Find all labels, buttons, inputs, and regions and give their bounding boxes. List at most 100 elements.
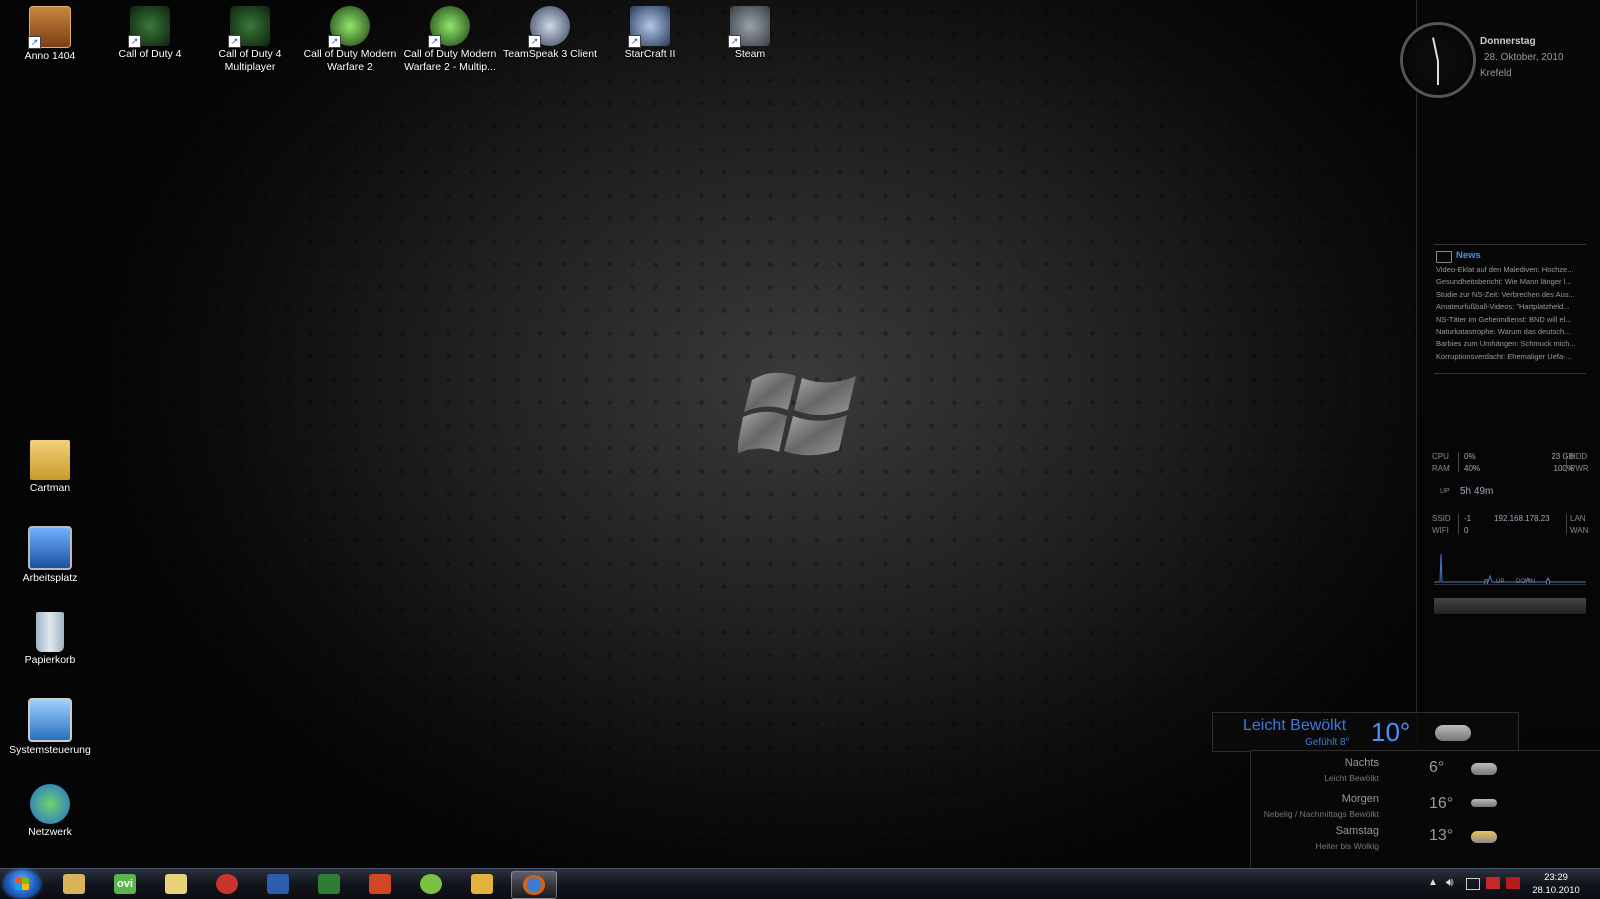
computer-icon <box>28 526 72 570</box>
network-tray-icon[interactable] <box>1466 878 1480 890</box>
wan-label: WAN <box>1570 526 1589 535</box>
ip-address: 192.168.178.23 <box>1494 514 1550 523</box>
desktop-icon-starcraft-2[interactable]: ↗ StarCraft II <box>602 6 698 61</box>
desktop-icon-label: Cartman <box>29 482 71 494</box>
forecast-desc: Leicht Bewölkt <box>1324 773 1379 783</box>
desktop-icon-anno-1404[interactable]: ↗ Anno 1404 <box>2 6 98 63</box>
desktop-icon-label: Anno 1404 <box>24 50 76 62</box>
lan-label: LAN <box>1570 514 1586 523</box>
mail-icon <box>471 874 493 894</box>
clock-day: Donnerstag <box>1480 36 1536 47</box>
taskbar-date: 28.10.2010 <box>1532 885 1580 896</box>
taskbar-clock[interactable]: 23:29 28.10.2010 <box>1524 871 1588 897</box>
desktop-icon-mw2-multiplayer[interactable]: ↗ Call of Duty Modern Warfare 2 - Multip… <box>402 6 498 73</box>
taskbar-explorer[interactable] <box>52 871 96 897</box>
uptime-value: 5h 49m <box>1460 486 1494 497</box>
forecast-name: Morgen <box>1341 793 1379 805</box>
desktop-icon-label: Call of Duty Modern Warfare 2 <box>303 48 397 73</box>
desktop-icon-call-of-duty-4-multiplayer[interactable]: ↗ Call of Duty 4 Multiplayer <box>202 6 298 73</box>
forecast-row: Morgen Nebelig / Nachmittags Bewölkt 16° <box>1251 789 1600 823</box>
news-item[interactable]: Studie zur NS-Zeit: Verbrechen des Aus..… <box>1434 289 1586 301</box>
desktop-icon-label: Papierkorb <box>24 654 76 666</box>
desktop-icon-teamspeak[interactable]: ↗ TeamSpeak 3 Client <box>502 6 598 61</box>
excel-icon <box>318 874 340 894</box>
icq-icon <box>420 874 442 894</box>
security-tray-icon[interactable] <box>1486 877 1500 889</box>
hdd-value: 23 GB <box>1551 452 1574 461</box>
partly-cloudy-icon <box>1435 725 1471 741</box>
desktop-icon-label: Systemsteuerung <box>9 744 91 756</box>
forecast-row: Samstag Heiter bis Wolkig 13° <box>1251 821 1600 855</box>
teamspeak-icon: ↗ <box>528 6 570 48</box>
volume-icon[interactable]: 🔊︎ <box>1446 875 1454 890</box>
forecast-temp: 13° <box>1429 827 1454 844</box>
steam-icon: ↗ <box>728 6 770 48</box>
forecast-name: Samstag <box>1335 825 1379 837</box>
news-item[interactable]: NS-Täter im Geheimdienst: BND will el... <box>1434 314 1586 326</box>
ssid-value: -1 <box>1464 514 1472 523</box>
mw2-icon: ↗ <box>328 6 370 48</box>
taskbar-folders[interactable] <box>154 871 198 897</box>
mw2-mp-icon: ↗ <box>428 6 470 48</box>
network-graph <box>1434 548 1586 585</box>
forecast-name: Nachts <box>1344 757 1379 769</box>
desktop-icon-arbeitsplatz[interactable]: Arbeitsplatz <box>2 526 98 585</box>
ati-tray-icon[interactable] <box>1506 877 1520 889</box>
network-graph-line <box>1434 553 1586 583</box>
news-gadget[interactable]: News Video-Eklat auf den Malediven: Hoch… <box>1434 244 1586 375</box>
clock-minute-hand <box>1437 61 1439 85</box>
windows-logo-icon <box>738 372 856 456</box>
cod4-mp-icon: ↗ <box>228 6 270 48</box>
news-item[interactable]: Gesundheitsbericht: Wie Mann länger l... <box>1434 276 1586 288</box>
desktop-icon-netzwerk[interactable]: Netzwerk <box>2 784 98 839</box>
start-button[interactable] <box>4 870 40 898</box>
desktop-icon-papierkorb[interactable]: Papierkorb <box>2 612 98 667</box>
control-panel-icon <box>28 698 72 742</box>
news-item[interactable]: Korruptionsverdacht: Ehemaliger Uefa-... <box>1434 351 1586 363</box>
desktop-icon-mw2[interactable]: ↗ Call of Duty Modern Warfare 2 <box>302 6 398 73</box>
news-item[interactable]: Amateurfußball-Videos: "Hartplatzheld... <box>1434 301 1586 313</box>
cod4-icon: ↗ <box>128 6 170 48</box>
user-folder-icon <box>30 440 70 480</box>
word-icon <box>267 874 289 894</box>
cpu-label: CPU <box>1432 452 1449 461</box>
ssid-label: SSID <box>1432 514 1451 523</box>
taskbar: ovi ▲ 🔊︎ 23:29 28.10.2010 <box>0 868 1600 899</box>
analog-clock-gadget[interactable] <box>1400 22 1476 98</box>
taskbar-icq[interactable] <box>409 871 453 897</box>
pwr-value: 100% <box>1553 464 1574 473</box>
news-item[interactable]: Video-Eklat auf den Malediven: Hochze... <box>1434 264 1586 276</box>
desktop-icon-systemsteuerung[interactable]: Systemsteuerung <box>2 698 98 757</box>
news-item[interactable]: Naturkatastrophe: Warum das deutsch... <box>1434 326 1586 338</box>
news-item[interactable]: Barbies zum Umhängen: Schmuck mich... <box>1434 338 1586 350</box>
wifi-label: WIFI <box>1432 526 1449 535</box>
news-header: News <box>1434 248 1586 264</box>
taskbar-word[interactable] <box>256 871 300 897</box>
forecast-temp: 16° <box>1429 795 1454 812</box>
desktop-icon-steam[interactable]: ↗ Steam <box>702 6 798 61</box>
ovi-icon: ovi <box>114 874 136 894</box>
taskbar-media[interactable] <box>205 871 249 897</box>
weather-condition: Leicht Bewölkt <box>1243 717 1347 734</box>
divider <box>1458 452 1459 472</box>
clock-date: 28. Oktober, 2010 <box>1484 52 1564 63</box>
desktop-icon-label: Call of Duty 4 Multiplayer <box>218 48 282 73</box>
taskbar-ovi[interactable]: ovi <box>103 871 147 897</box>
sun-cloud-icon <box>1471 831 1497 843</box>
clock-date-info: Donnerstag 28. Oktober, 2010 Krefeld <box>1480 34 1564 82</box>
taskbar-mail[interactable] <box>460 871 504 897</box>
desktop-icon-call-of-duty-4[interactable]: ↗ Call of Duty 4 <box>102 6 198 61</box>
ram-label: RAM <box>1432 464 1450 473</box>
show-hidden-icons-button[interactable]: ▲ <box>1428 877 1438 888</box>
forecast-row: Nachts Leicht Bewölkt 6° <box>1251 753 1600 787</box>
taskbar-firefox[interactable] <box>511 871 557 899</box>
fog-icon <box>1471 799 1497 807</box>
taskbar-excel[interactable] <box>307 871 351 897</box>
windows-explorer-icon <box>63 874 85 894</box>
taskbar-powerpoint[interactable] <box>358 871 402 897</box>
anno-icon: ↗ <box>28 6 71 49</box>
hdd-label: HDD <box>1570 452 1588 461</box>
weather-gadget[interactable]: Leicht Bewölkt Gefühlt 8° 10° <box>1212 712 1519 752</box>
desktop-icon-cartman[interactable]: Cartman <box>2 440 98 495</box>
desktop-icon-label: TeamSpeak 3 Client <box>503 48 597 60</box>
